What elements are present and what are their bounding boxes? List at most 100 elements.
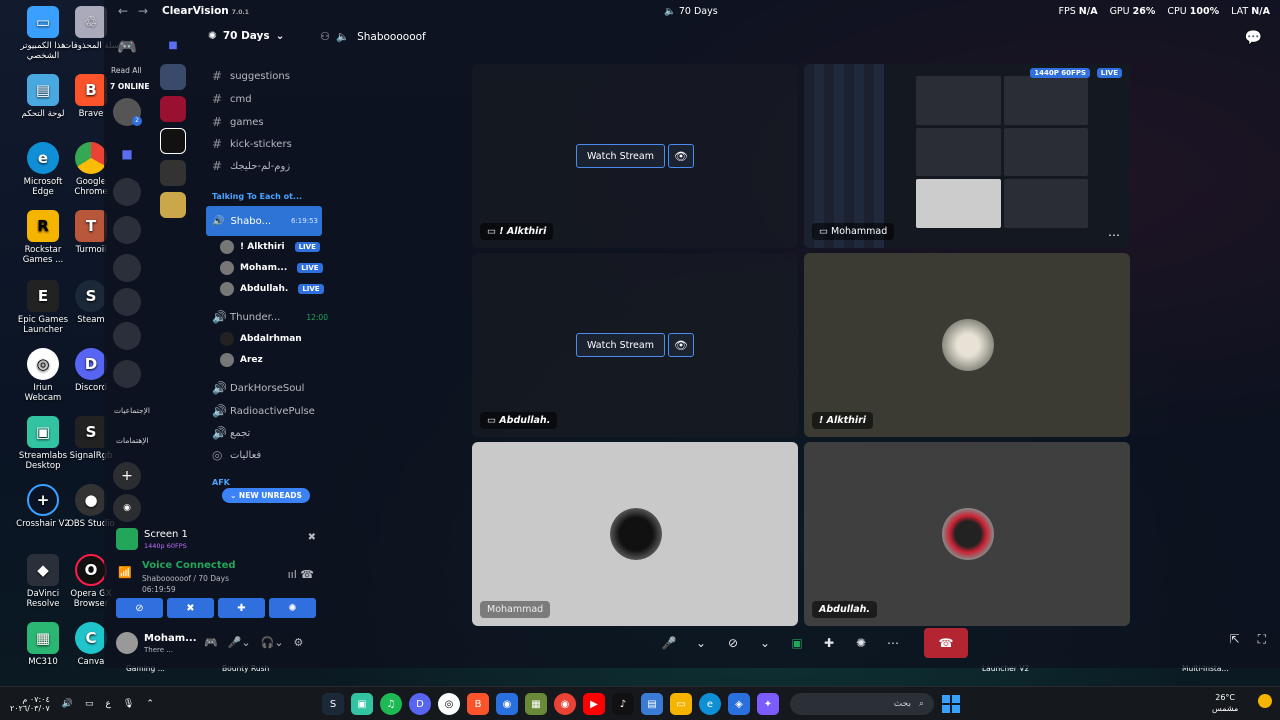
text-channel[interactable]: # kick-stickers xyxy=(212,137,292,151)
mic-icon[interactable]: 🎤⌄ xyxy=(228,636,251,649)
text-channel[interactable]: # suggestions xyxy=(212,69,290,83)
screen-share-icon[interactable]: ▣ xyxy=(784,630,810,656)
soundboard-icon[interactable]: ✺ xyxy=(848,630,874,656)
fullscreen-icon[interactable]: ⛶ xyxy=(1258,632,1266,647)
watch-stream-button[interactable]: Watch Stream xyxy=(576,144,665,168)
preview-eye-icon[interactable]: 👁 xyxy=(668,333,694,357)
forward-arrow-icon[interactable]: → xyxy=(138,4,148,18)
server-icon[interactable] xyxy=(160,128,186,154)
voice-channel[interactable]: 🔊 Thunder... 12:00 xyxy=(212,310,328,324)
more-options-icon[interactable]: ⋯ xyxy=(880,630,906,656)
weather-widget[interactable]: 26°C مشمس xyxy=(1212,692,1272,714)
app-taskbar-icon[interactable]: ◉ xyxy=(496,693,518,715)
voice-location[interactable]: Shaboooooof / 70 Days xyxy=(142,574,229,583)
language-indicator[interactable]: ع xyxy=(106,699,111,709)
voice-channel[interactable]: 🔊 RadioactivePulse xyxy=(212,404,315,418)
server-icon[interactable] xyxy=(113,254,141,282)
minecraft-taskbar-icon[interactable]: ▦ xyxy=(525,693,547,715)
voice-channel-active[interactable]: 🔊 Shabo... 6:19:53 xyxy=(206,206,322,236)
copilot-taskbar-icon[interactable]: ✦ xyxy=(757,693,779,715)
headphones-icon[interactable]: 🎧⌄ xyxy=(261,636,284,649)
voice-member[interactable]: Arez xyxy=(220,353,263,367)
chevron-down-icon[interactable]: ⌄ xyxy=(688,630,714,656)
chrome-taskbar-icon[interactable]: ◉ xyxy=(554,693,576,715)
avatar[interactable] xyxy=(116,632,138,654)
invite-icon[interactable]: ⚇ xyxy=(320,30,330,43)
text-channel[interactable]: # cmd xyxy=(212,92,252,106)
discord-taskbar-icon[interactable]: D xyxy=(409,693,431,715)
server-icon[interactable] xyxy=(113,322,141,350)
new-unreads-pill[interactable]: ⌄ NEW UNREADS xyxy=(222,488,310,503)
voice-member[interactable]: Abdullah. LIVE xyxy=(220,282,324,296)
server-icon[interactable] xyxy=(113,288,141,316)
more-options-icon[interactable]: ⋯ xyxy=(1108,228,1120,242)
chevron-up-icon[interactable]: ⌃ xyxy=(146,699,154,709)
stream-tile-mohammad[interactable]: 1440P 60FPS LIVE ▭ Mohammad ⋯ xyxy=(804,64,1130,248)
video-off-button[interactable]: ⊘ xyxy=(116,598,163,618)
voice-member[interactable]: Moham... LIVE xyxy=(220,261,323,275)
text-channel[interactable]: # زوم-لم-حليجك xyxy=(212,159,290,173)
stop-screen-button[interactable]: ✖ xyxy=(167,598,214,618)
pop-out-icon[interactable]: ⇱ xyxy=(1230,632,1240,647)
server-icon[interactable] xyxy=(160,96,186,122)
text-channel[interactable]: # games xyxy=(212,115,264,129)
server-icon[interactable] xyxy=(113,178,141,206)
discord-home-icon[interactable]: 🎮 xyxy=(113,32,141,60)
folder-icon[interactable]: ■ xyxy=(113,140,141,168)
category-header[interactable]: Talking To Each ot... xyxy=(212,192,302,201)
guild-header[interactable]: ✺ 70 Days ⌄ xyxy=(208,30,284,42)
category-afk[interactable]: AFK xyxy=(212,478,230,487)
server-icon[interactable] xyxy=(160,192,186,218)
youtube-taskbar-icon[interactable]: ▶ xyxy=(583,693,605,715)
clock[interactable]: ٠٧:٠٤ م ٢٠٢٦/٠٣/٠٧ xyxy=(10,695,50,713)
activities-button[interactable]: ✚ xyxy=(218,598,265,618)
app-taskbar-icon[interactable]: ◈ xyxy=(728,693,750,715)
watch-stream-button[interactable]: Watch Stream xyxy=(576,333,665,357)
brave-taskbar-icon[interactable]: B xyxy=(467,693,489,715)
discover-icon[interactable]: ◉ xyxy=(113,494,141,522)
add-server-icon[interactable]: + xyxy=(113,462,141,490)
search-box[interactable]: بحث ⌕ xyxy=(790,693,934,715)
user-tile-abdullah[interactable]: Abdullah. xyxy=(804,442,1130,626)
mic-icon[interactable]: 🎙 xyxy=(123,699,134,709)
soundboard-button[interactable]: ✺ xyxy=(269,598,316,618)
stream-tile-alkthiri[interactable]: Watch Stream 👁 ▭ ! Alkthiri xyxy=(472,64,798,248)
user-tile-mohammad[interactable]: Mohammad xyxy=(472,442,798,626)
steam-taskbar-icon[interactable]: S xyxy=(322,693,344,715)
voice-channel[interactable]: 🔊 تجمع xyxy=(212,426,250,440)
preview-eye-icon[interactable]: 👁 xyxy=(668,144,694,168)
chevron-down-icon[interactable]: ⌄ xyxy=(752,630,778,656)
stage-channel[interactable]: ◎ فعاليات xyxy=(212,448,261,462)
voice-channel[interactable]: 🔊 DarkHorseSoul xyxy=(212,381,304,395)
volume-icon[interactable]: 🔊 xyxy=(62,699,73,709)
network-icon[interactable]: ▭ xyxy=(85,699,94,709)
spotify-taskbar-icon[interactable]: ♫ xyxy=(380,693,402,715)
back-arrow-icon[interactable]: ← xyxy=(118,4,128,18)
tiktok-taskbar-icon[interactable]: ♪ xyxy=(612,693,634,715)
server-icon[interactable] xyxy=(160,160,186,186)
read-all-link[interactable]: Read All xyxy=(111,66,142,75)
voice-member[interactable]: Abdalrhman xyxy=(220,332,302,346)
mic-icon[interactable]: 🎤 xyxy=(656,630,682,656)
stream-tile-abdullah[interactable]: Watch Stream 👁 ▭ Abdullah. xyxy=(472,253,798,437)
folder-icon[interactable]: ■ xyxy=(160,32,186,58)
webcam-taskbar-icon[interactable]: ◎ xyxy=(438,693,460,715)
noise-suppression-icon[interactable]: ııl ☎ xyxy=(288,568,314,581)
server-icon[interactable] xyxy=(113,360,141,388)
activities-icon[interactable]: ✚ xyxy=(816,630,842,656)
server-icon[interactable] xyxy=(160,64,186,90)
camera-off-icon[interactable]: ⊘ xyxy=(720,630,746,656)
stop-stream-icon[interactable]: ✖ xyxy=(308,532,316,543)
voice-member[interactable]: ! Alkthiri LIVE xyxy=(220,240,320,254)
streamlabs-taskbar-icon[interactable]: ▣ xyxy=(351,693,373,715)
store-taskbar-icon[interactable]: ▤ xyxy=(641,693,663,715)
edge-taskbar-icon[interactable]: e xyxy=(699,693,721,715)
server-icon[interactable] xyxy=(113,216,141,244)
user-tile-alkthiri[interactable]: ! Alkthiri xyxy=(804,253,1130,437)
windows-start-icon[interactable] xyxy=(940,693,962,715)
file-explorer-icon[interactable]: ▭ xyxy=(670,693,692,715)
game-controller-icon[interactable]: 🎮 xyxy=(204,636,218,649)
chat-bubble-icon[interactable]: 💬 xyxy=(1245,30,1262,46)
gear-icon[interactable]: ⚙ xyxy=(294,636,304,649)
hang-up-button[interactable]: ☎ xyxy=(924,628,968,658)
